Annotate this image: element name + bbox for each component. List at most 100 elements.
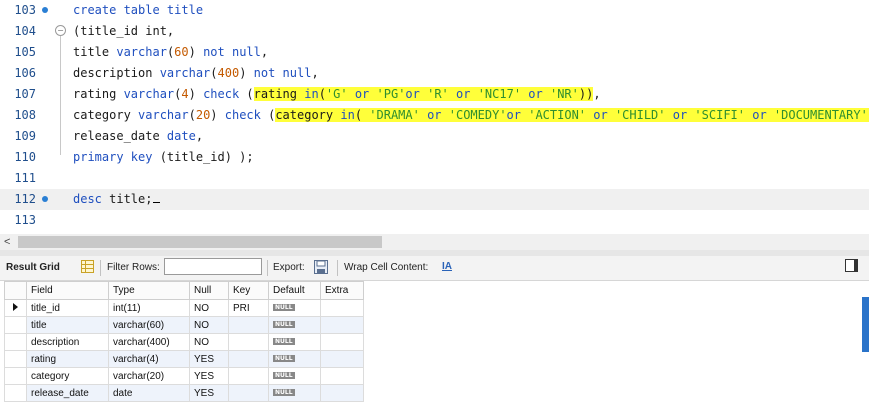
cell-null[interactable]: YES (189, 367, 229, 385)
wrap-text-icon[interactable]: IA (442, 259, 456, 275)
null-badge: NULL (273, 354, 295, 362)
line-number: 103 (14, 3, 36, 17)
table-row[interactable]: title varchar(60) NO NULL (4, 316, 364, 334)
cell-default[interactable]: NULL (268, 333, 321, 351)
table-row[interactable]: release_date date YES NULL (4, 384, 364, 402)
cell-default[interactable]: NULL (268, 367, 321, 385)
cell-null[interactable]: YES (189, 384, 229, 402)
cell-field[interactable]: category (26, 367, 109, 385)
code-text: title varchar(60) not null, (73, 45, 269, 59)
row-selector[interactable] (4, 316, 27, 334)
cell-default[interactable]: NULL (268, 316, 321, 334)
row-selector[interactable] (4, 333, 27, 351)
code-text: desc title; (73, 189, 161, 210)
null-badge: NULL (273, 388, 295, 396)
side-panel-strip (859, 282, 869, 406)
line-number: 105 (14, 45, 36, 59)
table-row[interactable]: description varchar(400) NO NULL (4, 333, 364, 351)
null-badge: NULL (273, 303, 295, 311)
toggle-panel-icon[interactable] (845, 259, 858, 272)
cell-type[interactable]: varchar(60) (108, 316, 190, 334)
cell-key[interactable]: PRI (228, 299, 269, 317)
column-header[interactable]: Key (228, 281, 269, 300)
cell-type[interactable]: int(11) (108, 299, 190, 317)
table-row[interactable]: title_id int(11) NO PRI NULL (4, 299, 364, 317)
export-icon[interactable] (313, 259, 329, 275)
cell-field[interactable]: title_id (26, 299, 109, 317)
editor-line: 110 primary key (title_id) ); (0, 147, 869, 168)
line-number: 113 (14, 213, 36, 227)
cell-null[interactable]: YES (189, 350, 229, 368)
null-badge: NULL (273, 371, 295, 379)
cell-type[interactable]: varchar(400) (108, 333, 190, 351)
editor-line: 111 (0, 168, 869, 189)
cell-key[interactable] (228, 350, 269, 368)
table-row[interactable]: category varchar(20) YES NULL (4, 367, 364, 385)
row-selector[interactable] (4, 384, 27, 402)
row-selector-header (4, 281, 27, 300)
line-number: 111 (14, 171, 36, 185)
cell-key[interactable] (228, 333, 269, 351)
row-selector[interactable] (4, 299, 27, 317)
column-header[interactable]: Field (26, 281, 109, 300)
cell-default[interactable]: NULL (268, 299, 321, 317)
table-row[interactable]: rating varchar(4) YES NULL (4, 350, 364, 368)
cell-type[interactable]: date (108, 384, 190, 402)
cell-type[interactable]: varchar(4) (108, 350, 190, 368)
cell-field[interactable]: title (26, 316, 109, 334)
text-cursor (153, 202, 161, 203)
cell-extra[interactable] (320, 350, 364, 368)
fold-toggle-icon[interactable]: − (55, 25, 66, 36)
cell-field[interactable]: rating (26, 350, 109, 368)
row-selector[interactable] (4, 367, 27, 385)
cell-null[interactable]: NO (189, 333, 229, 351)
side-tab-indicator[interactable] (862, 297, 869, 352)
horizontal-scrollbar[interactable]: < (0, 234, 869, 250)
cell-key[interactable] (228, 316, 269, 334)
row-selector[interactable] (4, 350, 27, 368)
cell-extra[interactable] (320, 367, 364, 385)
line-number: 110 (14, 150, 36, 164)
column-header[interactable]: Default (268, 281, 321, 300)
editor-line: 103 create table title (0, 0, 869, 21)
grid-view-icon[interactable] (81, 260, 94, 273)
code-text: create table title (73, 3, 204, 17)
result-grid-tab[interactable]: Result Grid (6, 260, 60, 276)
cell-extra[interactable] (320, 299, 364, 317)
column-header[interactable]: Type (108, 281, 190, 300)
scroll-left-icon[interactable]: < (4, 234, 10, 250)
cell-key[interactable] (228, 384, 269, 402)
cell-default[interactable]: NULL (268, 350, 321, 368)
cell-key[interactable] (228, 367, 269, 385)
cell-field[interactable]: description (26, 333, 109, 351)
editor-line: 107 rating varchar(4) check (rating in('… (0, 84, 869, 105)
wrap-cell-content-label: Wrap Cell Content: (344, 262, 429, 273)
cell-extra[interactable] (320, 316, 364, 334)
statement-marker-icon (42, 196, 48, 202)
toolbar-divider (100, 260, 101, 276)
code-text: category varchar(20) check (category in(… (73, 105, 869, 126)
column-header[interactable]: Null (189, 281, 229, 300)
editor-line: 108 category varchar(20) check (category… (0, 105, 869, 126)
column-header[interactable]: Extra (320, 281, 364, 300)
sql-editor[interactable]: 103 create table title 104 − (title_id i… (0, 0, 869, 234)
null-badge: NULL (273, 320, 295, 328)
filter-rows-label: Filter Rows: (107, 262, 160, 273)
code-text: primary key (title_id) ); (73, 150, 254, 164)
export-label: Export: (273, 262, 305, 273)
line-number: 109 (14, 129, 36, 143)
scrollbar-thumb[interactable] (18, 236, 382, 248)
line-number: 104 (14, 24, 36, 38)
code-text: (title_id int, (73, 24, 175, 38)
cell-field[interactable]: release_date (26, 384, 109, 402)
cell-type[interactable]: varchar(20) (108, 367, 190, 385)
editor-line: 109 release_date date, (0, 126, 869, 147)
cell-extra[interactable] (320, 384, 364, 402)
cell-extra[interactable] (320, 333, 364, 351)
filter-rows-input[interactable] (164, 258, 262, 275)
cell-null[interactable]: NO (189, 299, 229, 317)
cell-null[interactable]: NO (189, 316, 229, 334)
line-number: 108 (14, 108, 36, 122)
grid-header-row: Field Type Null Key Default Extra (4, 281, 364, 300)
cell-default[interactable]: NULL (268, 384, 321, 402)
